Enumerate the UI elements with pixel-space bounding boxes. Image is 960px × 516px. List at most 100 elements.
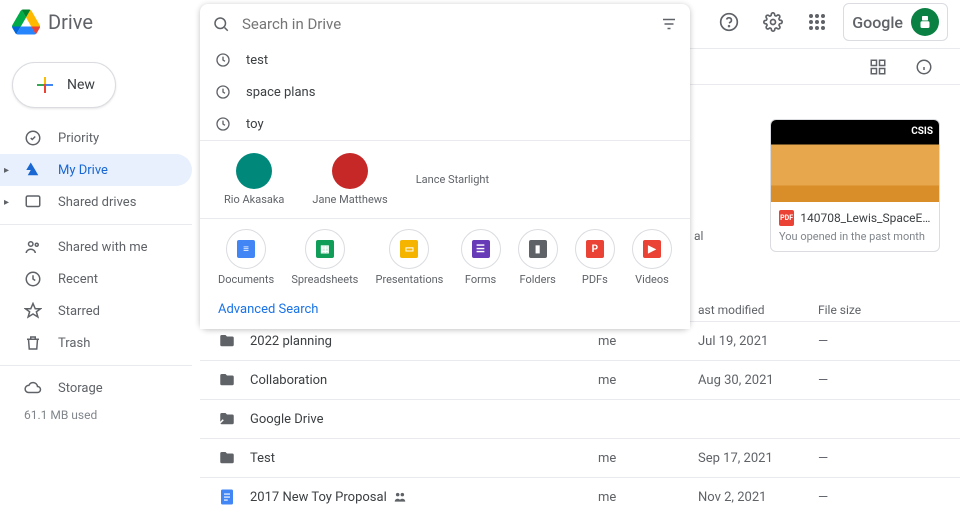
file-name: Collaboration: [250, 373, 598, 388]
settings-icon[interactable]: [755, 4, 791, 40]
csis-badge: CSIS: [911, 126, 933, 137]
file-owner: me: [598, 373, 698, 388]
recent-search-item[interactable]: space plans: [200, 76, 690, 108]
file-size: —: [818, 334, 898, 349]
pdf-icon: P: [586, 240, 604, 258]
search-icon: [212, 15, 230, 33]
nav-label: Storage: [58, 381, 103, 396]
drive-icon: [24, 161, 42, 179]
recent-search-item[interactable]: toy: [200, 108, 690, 140]
storage-used-text: 61.1 MB used: [0, 404, 192, 426]
nav-label: Recent: [58, 272, 98, 287]
nav-storage[interactable]: Storage: [0, 372, 192, 404]
file-row[interactable]: Google Drive: [200, 399, 960, 438]
folder-icon: [218, 371, 238, 389]
cloud-icon: [24, 379, 42, 397]
suggested-file-card[interactable]: CSIS PDF 140708_Lewis_SpaceEx... You ope…: [770, 119, 940, 252]
user-avatar[interactable]: [911, 8, 939, 36]
nav-label: Priority: [58, 131, 99, 146]
filetype-presentations[interactable]: ▭Presentations: [376, 229, 444, 286]
expand-icon[interactable]: ▸: [4, 197, 9, 208]
sheet-icon: ▦: [316, 240, 334, 258]
person-suggestion[interactable]: Rio Akasaka: [224, 153, 284, 206]
account-badge[interactable]: Google: [843, 3, 948, 41]
file-owner: me: [598, 334, 698, 349]
file-name: 2022 planning: [250, 334, 598, 349]
person-name: Lance Starlight: [416, 173, 489, 186]
search-box: test space plans toy Rio Akasaka Jane Ma…: [200, 4, 690, 329]
file-owner: me: [598, 490, 698, 505]
plus-icon: [33, 73, 57, 97]
ft-label: Presentations: [376, 273, 444, 286]
filetype-documents[interactable]: ≡ Documents: [218, 229, 274, 286]
search-input[interactable]: [242, 15, 648, 33]
filetype-spreadsheets[interactable]: ▦ Spreadsheets: [291, 229, 358, 286]
logo-area[interactable]: Drive: [12, 8, 200, 36]
filetype-pdfs[interactable]: P PDFs: [575, 229, 615, 286]
nav-label: Trash: [58, 336, 90, 351]
drive-logo-icon: [12, 8, 40, 36]
people-icon: [24, 238, 42, 256]
recent-label: space plans: [246, 85, 315, 100]
ft-label: Documents: [218, 273, 274, 286]
ft-label: Videos: [635, 273, 669, 286]
person-name: Rio Akasaka: [224, 193, 284, 206]
filetype-forms[interactable]: ☰Forms: [461, 229, 501, 286]
clock-icon: [24, 270, 42, 288]
filetype-folders[interactable]: ▮Folders: [518, 229, 558, 286]
shortcut-icon: [218, 410, 238, 428]
history-icon: [214, 84, 232, 100]
col-modified[interactable]: ast modified: [698, 303, 818, 317]
expand-icon[interactable]: ▸: [4, 165, 9, 176]
priority-icon: [24, 129, 42, 147]
file-modified: Sep 17, 2021: [698, 451, 818, 466]
nav-shared-drives[interactable]: ▸ Shared drives: [0, 186, 192, 218]
nav-label: Shared drives: [58, 195, 136, 210]
new-label: New: [67, 77, 95, 93]
apps-icon[interactable]: [799, 4, 835, 40]
nav-shared-with-me[interactable]: Shared with me: [0, 231, 192, 263]
file-row[interactable]: Test me Sep 17, 2021 —: [200, 438, 960, 477]
doc-icon: ≡: [237, 240, 255, 258]
nav-priority[interactable]: Priority: [0, 122, 192, 154]
person-suggestion[interactable]: Lance Starlight: [416, 173, 489, 186]
grid-view-icon[interactable]: [860, 49, 896, 85]
file-name: 2017 New Toy Proposal: [250, 490, 598, 505]
file-modified: Jul 19, 2021: [698, 334, 818, 349]
file-list: 2022 planning me Jul 19, 2021 — Collabor…: [200, 321, 960, 516]
nav-label: My Drive: [58, 163, 108, 178]
nav-recent[interactable]: Recent: [0, 263, 192, 295]
new-button[interactable]: New: [12, 62, 116, 108]
file-size: —: [818, 451, 898, 466]
card-title: 140708_Lewis_SpaceEx...: [800, 211, 931, 225]
video-icon: ▶: [643, 240, 661, 258]
file-modified: Aug 30, 2021: [698, 373, 818, 388]
star-icon: [24, 302, 42, 320]
person-name: Jane Matthews: [312, 193, 387, 206]
filetype-videos[interactable]: ▶ Videos: [632, 229, 672, 286]
recent-search-item[interactable]: test: [200, 44, 690, 76]
google-label: Google: [852, 13, 903, 32]
advanced-search-link[interactable]: Advanced Search: [200, 290, 690, 329]
folder-icon: [218, 449, 238, 467]
nav-my-drive[interactable]: ▸ My Drive: [0, 154, 192, 186]
help-icon[interactable]: [711, 4, 747, 40]
nav-trash[interactable]: Trash: [0, 327, 192, 359]
person-suggestion[interactable]: Jane Matthews: [312, 153, 387, 206]
ft-label: PDFs: [582, 273, 608, 286]
info-icon[interactable]: [906, 49, 942, 85]
person-avatar-icon: [332, 153, 368, 189]
file-row[interactable]: Collaboration me Aug 30, 2021 —: [200, 360, 960, 399]
nav-label: Starred: [58, 304, 100, 319]
pdf-badge-icon: PDF: [779, 210, 794, 226]
nav-starred[interactable]: Starred: [0, 295, 192, 327]
sidebar: New Priority ▸ My Drive ▸ Shared drives Sh…: [0, 48, 200, 432]
file-name: Test: [250, 451, 598, 466]
search-options-icon[interactable]: [660, 15, 678, 33]
shared-drives-icon: [24, 193, 42, 211]
ft-label: Spreadsheets: [291, 273, 358, 286]
col-size[interactable]: File size: [818, 303, 898, 317]
file-row[interactable]: 2017 New Toy Proposal me Nov 2, 2021 —: [200, 477, 960, 516]
ft-label: Forms: [465, 273, 496, 286]
folder-icon: ▮: [529, 240, 547, 258]
